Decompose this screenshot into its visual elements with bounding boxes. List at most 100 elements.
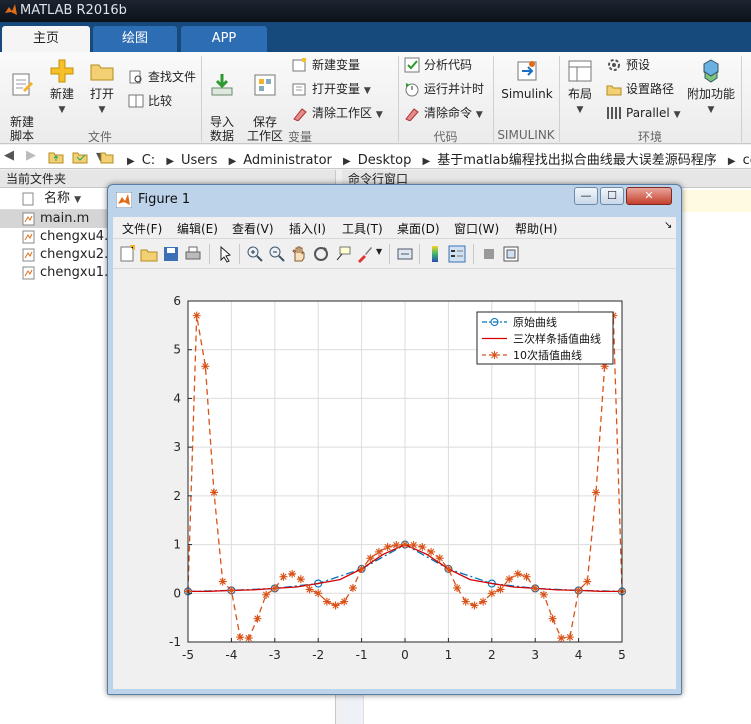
data-point-poly10 — [322, 597, 331, 606]
zoom-in-icon[interactable] — [246, 245, 264, 263]
menu-insert[interactable]: 插入(I) — [289, 220, 326, 237]
colorbar-icon[interactable] — [426, 245, 444, 263]
chevron-down-icon: ▼ — [98, 105, 106, 115]
menu-view[interactable]: 查看(V) — [232, 220, 274, 237]
matlab-file-icon — [22, 230, 35, 244]
run-and-time-button[interactable]: 运行并计时 — [404, 80, 484, 98]
open-icon[interactable] — [140, 245, 158, 263]
data-point-poly10 — [392, 541, 401, 550]
matlab-logo-icon — [116, 192, 132, 208]
legend-label-0: 原始曲线 — [513, 315, 557, 329]
close-button[interactable]: ✕ — [626, 187, 672, 205]
breadcrumb-separator: ▶ — [127, 156, 135, 167]
simulink-button[interactable]: Simulink — [500, 58, 554, 101]
preferences-button[interactable]: 预设 — [606, 56, 650, 74]
breadcrumb-item[interactable]: Desktop — [358, 153, 412, 168]
tab-apps[interactable]: APP — [181, 26, 267, 52]
new-figure-icon[interactable] — [118, 245, 136, 263]
breadcrumb-separator: ▶ — [422, 156, 431, 167]
breadcrumb-item[interactable]: Administrator — [243, 153, 332, 168]
analyze-code-button[interactable]: 分析代码 — [404, 56, 472, 74]
dock-arrow-icon[interactable]: ↘ — [664, 220, 672, 231]
pointer-icon[interactable] — [216, 245, 234, 263]
layout-button[interactable]: 布局 ▼ — [564, 58, 596, 117]
set-path-icon — [606, 85, 622, 96]
figure-menu-bar: 文件(F) 编辑(E) 查看(V) 插入(I) 工具(T) 桌面(D) 窗口(W… — [113, 217, 676, 239]
x-tick-label: -3 — [269, 648, 281, 662]
matlab-logo-icon — [5, 4, 17, 15]
menu-tools[interactable]: 工具(T) — [342, 220, 383, 237]
data-cursor-icon[interactable] — [334, 245, 352, 263]
data-point-poly10 — [348, 583, 357, 592]
back-arrow-icon[interactable]: ◀ — [4, 148, 14, 163]
legend[interactable]: 原始曲线三次样条插值曲线 10次插值曲线 — [476, 311, 614, 365]
menu-file[interactable]: 文件(F) — [122, 220, 162, 237]
forward-arrow-icon[interactable]: ▶ — [26, 148, 36, 163]
legend-label-1: 三次样条插值曲线 — [513, 332, 601, 346]
menu-help[interactable]: 帮助(H) — [515, 220, 557, 237]
open-button[interactable]: 打开 ▼ — [86, 58, 118, 117]
new-button[interactable]: 新建 ▼ — [46, 58, 78, 117]
clear-workspace-button[interactable]: 清除工作区 ▼ — [292, 104, 383, 122]
up-folder-icon[interactable] — [48, 149, 64, 165]
new-variable-button[interactable]: 新建变量 — [292, 56, 360, 74]
toolbar-separator — [209, 244, 210, 264]
pan-icon[interactable] — [290, 245, 308, 263]
breadcrumb-item[interactable]: 基于matlab编程找出拟合曲线最大误差源码程序 — [437, 149, 717, 168]
maximize-button[interactable]: ☐ — [600, 187, 624, 205]
breadcrumb-separator: ▶ — [343, 156, 351, 167]
menu-desktop[interactable]: 桌面(D) — [397, 220, 440, 237]
compare-button[interactable]: 比较 — [128, 92, 172, 110]
figure-title-bar[interactable]: Figure 1 — ☐ ✕ — [108, 185, 681, 217]
data-point-poly10 — [479, 597, 488, 606]
clear-commands-button[interactable]: 清除命令 ▼ — [404, 104, 483, 122]
legend-icon[interactable] — [448, 245, 466, 263]
app-title: MATLAB R2016b — [20, 3, 127, 18]
tab-home[interactable]: 主页 — [2, 26, 90, 52]
ribbon-toolstrip: 新建 脚本 新建 ▼ 打开 ▼ 查找文件 比较 文件 导入 数据 保存 工作区 新建… — [0, 52, 751, 144]
breadcrumb-item[interactable]: code — [743, 153, 751, 168]
add-ons-button[interactable]: 附加功能 ▼ — [686, 58, 736, 117]
chevron-down-icon: ▼ — [707, 105, 715, 115]
data-point-poly10 — [331, 601, 340, 610]
tab-plots[interactable]: 绘图 — [93, 26, 177, 52]
save-icon[interactable] — [162, 245, 180, 263]
data-point-poly10 — [539, 590, 548, 599]
folder-icon — [100, 152, 114, 164]
parallel-icon — [607, 107, 621, 119]
new-variable-icon — [292, 58, 306, 72]
add-ons-icon — [703, 59, 719, 83]
x-tick-label: 1 — [445, 648, 453, 662]
brush-dropdown-icon[interactable]: ▼ — [376, 247, 382, 256]
brush-icon[interactable] — [356, 245, 374, 263]
sort-down-icon: ▼ — [74, 195, 82, 205]
rotate-icon[interactable] — [312, 245, 330, 263]
show-plot-tools-icon[interactable] — [502, 245, 520, 263]
hide-plot-tools-icon[interactable] — [480, 245, 498, 263]
clear-commands-icon — [405, 108, 419, 121]
simulink-group-label: SIMULINK — [497, 128, 555, 142]
y-tick-label: 2 — [173, 489, 181, 503]
find-files-button[interactable]: 查找文件 — [128, 68, 196, 86]
data-point-poly10 — [262, 590, 271, 599]
chevron-down-icon: ▼ — [475, 110, 483, 120]
menu-edit[interactable]: 编辑(E) — [177, 220, 218, 237]
minimize-button[interactable]: — — [574, 187, 598, 205]
link-icon[interactable] — [396, 245, 414, 263]
breadcrumb-item[interactable]: C: — [142, 153, 155, 168]
breadcrumb-item[interactable]: Users — [181, 153, 217, 168]
x-tick-label: -2 — [312, 648, 324, 662]
open-folder-icon — [90, 64, 114, 81]
browse-folder-icon[interactable] — [72, 149, 88, 165]
parallel-button[interactable]: Parallel ▼ — [606, 104, 680, 122]
print-icon[interactable] — [184, 245, 202, 263]
set-path-button[interactable]: 设置路径 — [606, 80, 674, 98]
menu-window[interactable]: 窗口(W) — [454, 220, 499, 237]
import-icon — [211, 74, 233, 96]
zoom-out-icon[interactable] — [268, 245, 286, 263]
run-time-icon — [405, 83, 419, 97]
variable-group-label: 变量 — [287, 130, 312, 144]
toolbar-separator — [239, 244, 240, 264]
open-variable-button[interactable]: 打开变量 ▼ — [292, 80, 371, 98]
matlab-file-icon — [22, 248, 35, 262]
